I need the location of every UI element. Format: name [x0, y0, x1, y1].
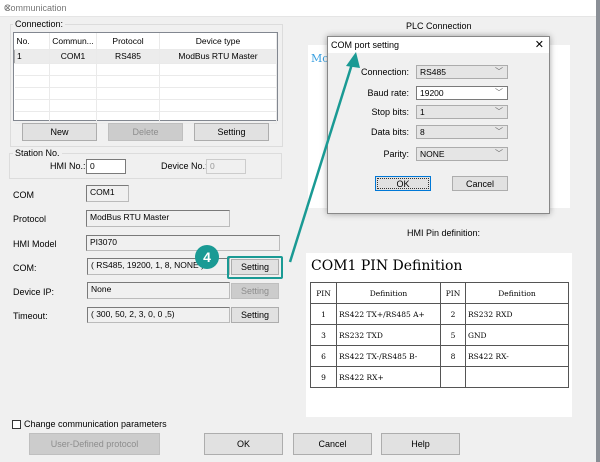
arrow-line — [288, 63, 354, 263]
arrow-head — [346, 52, 360, 68]
annotation-arrow — [288, 52, 360, 263]
